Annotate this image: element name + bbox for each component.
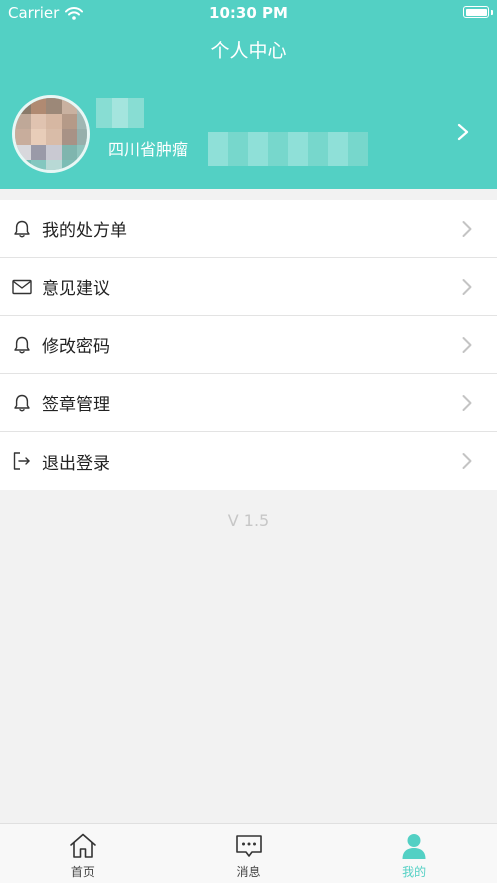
tab-home[interactable]: 首页 [0, 824, 166, 883]
message-icon [235, 835, 262, 857]
menu-item-feedback[interactable]: 意见建议 [0, 258, 497, 316]
department-pixelated [208, 132, 368, 166]
home-icon [70, 833, 96, 858]
avatar-pixelated-image [15, 98, 87, 170]
tab-label: 我的 [402, 865, 427, 879]
menu-item-prescriptions[interactable]: 我的处方单 [0, 200, 497, 258]
page-title: 个人中心 [210, 40, 287, 62]
chevron-right-icon [462, 453, 472, 469]
envelope-icon [11, 276, 33, 298]
menu-item-signature-management[interactable]: 签章管理 [0, 374, 497, 432]
battery-icon [463, 6, 493, 18]
menu-item-logout[interactable]: 退出登录 [0, 432, 497, 490]
bell-icon [11, 218, 33, 240]
bell-icon [11, 392, 33, 414]
menu-item-label: 签章管理 [42, 395, 110, 415]
chevron-right-icon [462, 337, 472, 353]
clock: 10:30 PM [209, 4, 288, 22]
profile-header: Carrier 10:30 PM 个人中心 四川省肿瘤 [0, 0, 497, 189]
status-bar: Carrier 10:30 PM [0, 0, 497, 26]
bell-icon [11, 334, 33, 356]
tab-label: 首页 [70, 865, 95, 879]
menu-item-label: 我的处方单 [42, 221, 127, 241]
avatar[interactable] [12, 95, 90, 173]
logout-icon [11, 450, 33, 472]
menu-item-label: 意见建议 [42, 279, 110, 299]
tab-messages[interactable]: 消息 [166, 824, 332, 883]
menu-item-label: 退出登录 [42, 453, 110, 474]
profile-row[interactable]: 四川省肿瘤 [0, 92, 497, 176]
chevron-right-icon [462, 395, 472, 411]
app-version: V 1.5 [227, 511, 270, 530]
menu-item-label: 修改密码 [42, 337, 110, 357]
tab-profile[interactable]: 我的 [331, 824, 497, 883]
settings-menu: 我的处方单 意见建议 修改密码 签章管理 退出登录 [0, 200, 497, 490]
person-icon [402, 834, 426, 859]
menu-item-change-password[interactable]: 修改密码 [0, 316, 497, 374]
tab-bar: 首页 消息 我的 [0, 823, 497, 883]
chevron-right-icon [462, 279, 472, 295]
doctor-name-pixelated [96, 98, 144, 128]
tab-label: 消息 [236, 865, 261, 879]
hospital-name: 四川省肿瘤 [108, 140, 189, 159]
chevron-right-icon [457, 123, 469, 141]
chevron-right-icon [462, 221, 472, 237]
